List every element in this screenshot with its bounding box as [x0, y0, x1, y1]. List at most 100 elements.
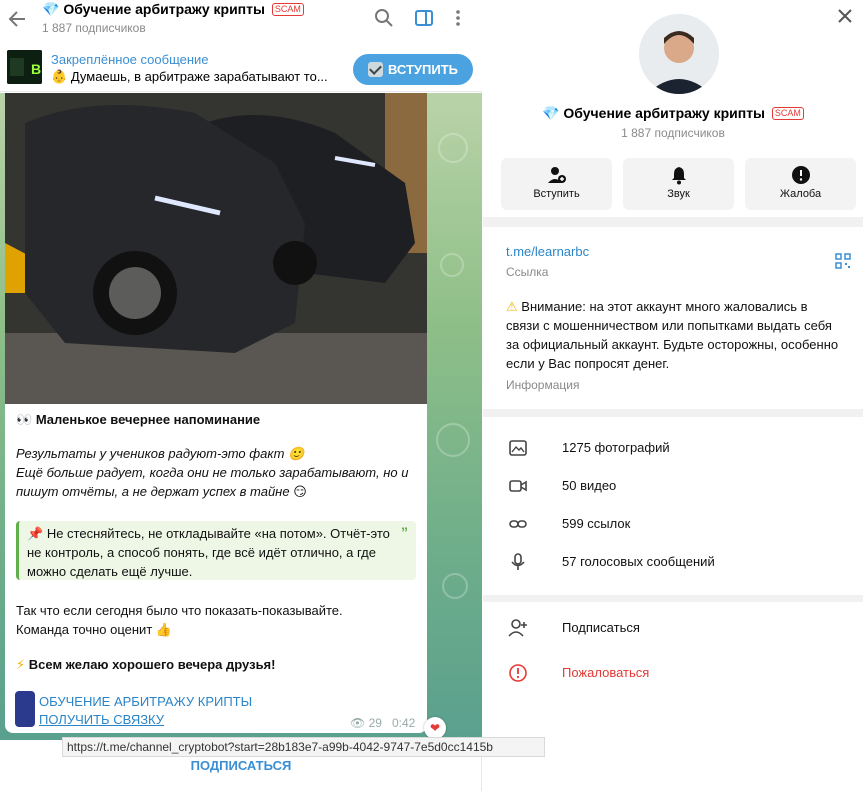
join-action-button[interactable]: Вступить [501, 158, 612, 210]
report-action-label: Жалоба [779, 188, 822, 200]
warning-circle-icon [791, 166, 810, 184]
scam-badge: SCAM [271, 3, 304, 16]
post-italic-line-3-text: пишут отчёты, а не держат успех в тайне [16, 484, 290, 499]
join-button[interactable]: ВСТУПИТЬ [353, 54, 473, 85]
warning-line-1: ⚠ Внимание: на этот аккаунт много жалова… [506, 297, 856, 316]
channel-link-value[interactable]: t.me/learnarbc [506, 244, 589, 259]
channel-info-pane: 💎 Обучение арбитражу крипты SCAM 1 887 п… [483, 0, 863, 791]
scam-badge: SCAM [771, 107, 804, 120]
face-emoji-icon: 👶 [51, 69, 68, 84]
lightning-emoji-icon: ⚡ [16, 657, 26, 672]
pin-emoji-icon: 📌 [27, 526, 44, 541]
diamond-icon: 💎 [542, 105, 560, 121]
media-photos-label: 1275 фотографий [562, 440, 670, 455]
report-action-button[interactable]: Жалоба [745, 158, 856, 210]
media-videos-row[interactable]: 50 видео [483, 468, 863, 504]
info-label: Информация [506, 378, 580, 392]
sound-action-button[interactable]: Звук [623, 158, 734, 210]
pinned-text-value: Думаешь, в арбитраже зарабатывают то... [70, 69, 328, 84]
views-count: 29 [368, 716, 382, 730]
wallpaper-doodle [436, 423, 470, 457]
close-icon[interactable] [837, 8, 853, 24]
add-user-icon [508, 619, 527, 637]
media-videos-label: 50 видео [562, 478, 617, 493]
qr-code-icon[interactable] [835, 253, 851, 269]
wallpaper-doodle [440, 253, 464, 277]
photo-icon [509, 440, 527, 456]
warning-emoji-icon: ⚠ [506, 299, 518, 314]
microphone-icon [511, 553, 525, 570]
more-menu-icon[interactable] [448, 8, 468, 28]
media-voice-label: 57 голосовых сообщений [562, 554, 715, 569]
post-heading-text: Маленькое вечернее напоминание [35, 412, 261, 427]
svg-text:B: B [31, 61, 41, 77]
info-title-text: Обучение арбитражу крипты [563, 105, 766, 121]
quote-line-1-text: Не стесняйтесь, не откладывайте «на пото… [46, 526, 390, 541]
telegram-window: 💎 Обучение арбитражу крипты SCAM 1 887 п… [0, 0, 863, 791]
warning-line-2: связи с мошенничеством или попытками выд… [506, 318, 832, 333]
scam-warning: ⚠ Внимание: на этот аккаунт много жалова… [506, 297, 856, 373]
report-row[interactable]: Пожаловаться [483, 655, 863, 691]
actions-card: Подписаться Пожаловаться [483, 602, 863, 791]
report-label: Пожаловаться [562, 665, 650, 680]
post-photo[interactable] [5, 93, 427, 404]
join-action-label: Вступить [533, 188, 580, 200]
pinned-text: 👶 Думаешь, в арбитраже зарабатывают то..… [51, 69, 328, 85]
post-meta: 👁 29 0:42 [350, 716, 415, 730]
link-label: Ссылка [506, 265, 549, 279]
warning-line-4: если у Вас попросят денег. [506, 356, 670, 371]
sidebar-toggle-icon[interactable] [414, 8, 434, 28]
video-icon [509, 480, 527, 492]
link-icon [509, 520, 527, 528]
post-italic-line-1: Результаты у учеников радуют-это факт 🙂 [16, 444, 416, 463]
info-subscribers: 1 887 подписчиков [621, 126, 725, 140]
info-title: 💎 Обучение арбитражу крипты SCAM [483, 105, 863, 122]
quote-line-2: не контроль, а способ понять, где всё ид… [27, 545, 376, 560]
quote-mark-icon: ” [401, 524, 408, 540]
wallpaper-doodle [438, 133, 468, 163]
eyes-emoji-icon: 👀 [16, 412, 33, 427]
add-user-icon [547, 167, 566, 183]
post-heading: 👀 Маленькое вечернее напоминание [16, 410, 416, 429]
channel-title-text: Обучение арбитражу крипты [63, 1, 265, 17]
post-para-line-2: Команда точно оценит 👍 [16, 620, 416, 639]
subscribe-label: Подписаться [562, 620, 640, 635]
get-link-link[interactable]: ПОЛУЧИТЬ СВЯЗКУ [39, 712, 164, 727]
eye-icon: 👁 [350, 716, 366, 730]
sound-action-label: Звук [667, 188, 690, 200]
chat-header: 💎 Обучение арбитражу крипты SCAM 1 887 п… [0, 0, 482, 44]
bot-mascot-icon [15, 691, 35, 727]
post-quote: ” 📌 Не стесняйтесь, не откладывайте «на … [16, 521, 416, 580]
channel-title[interactable]: 💎 Обучение арбитражу крипты SCAM [42, 1, 304, 18]
subscribe-row[interactable]: Подписаться [483, 610, 863, 646]
warning-line-3: за официальный аккаунт. Будьте осторожны… [506, 337, 839, 352]
quote-line-3: можно сделать ещё лучше. [27, 564, 193, 579]
info-card: t.me/learnarbc Ссылка ⚠ Внимание: на это… [483, 227, 863, 409]
wallpaper-doodle [442, 573, 468, 599]
thumbs-up-emoji-icon: 👍 [155, 622, 173, 637]
bell-icon [671, 167, 686, 185]
join-button-label: ВСТУПИТЬ [388, 62, 458, 77]
channel-link[interactable]: ОБУЧЕНИЕ АРБИТРАЖУ КРИПТЫ [39, 694, 252, 709]
info-header: 💎 Обучение арбитражу крипты SCAM 1 887 п… [483, 0, 863, 217]
heart-reaction-icon[interactable]: ❤ [424, 717, 446, 739]
media-card: 1275 фотографий 50 видео 599 ссылок 57 г… [483, 417, 863, 595]
url-tooltip: https://t.me/channel_cryptobot?start=28b… [62, 737, 545, 757]
media-voice-row[interactable]: 57 голосовых сообщений [483, 544, 863, 580]
channel-subscribers: 1 887 подписчиков [42, 21, 146, 35]
post-italic-line-3: пишут отчёты, а не держат успех в тайне … [16, 482, 416, 501]
search-icon[interactable] [374, 8, 394, 28]
media-links-row[interactable]: 599 ссылок [483, 506, 863, 542]
diamond-icon: 💎 [42, 1, 60, 17]
chat-pane: 💎 Обучение арбитражу крипты SCAM 1 887 п… [0, 0, 545, 791]
media-links-label: 599 ссылок [562, 516, 631, 531]
quote-line-1: 📌 Не стесняйтесь, не откладывайте «на по… [27, 524, 408, 543]
pinned-title: Закреплённое сообщение [51, 52, 209, 67]
post-italic-line-1-text: Результаты у учеников радуют-это факт [16, 446, 285, 461]
back-arrow-icon[interactable] [6, 8, 28, 30]
subscribe-bottom-button[interactable]: ПОДПИСАТЬСЯ [0, 758, 482, 773]
media-photos-row[interactable]: 1275 фотографий [483, 430, 863, 466]
post-closing: ⚡ Всем желаю хорошего вечера друзья! [16, 655, 416, 674]
avatar[interactable] [639, 14, 719, 94]
smile-emoji-icon: 🙂 [288, 446, 305, 461]
